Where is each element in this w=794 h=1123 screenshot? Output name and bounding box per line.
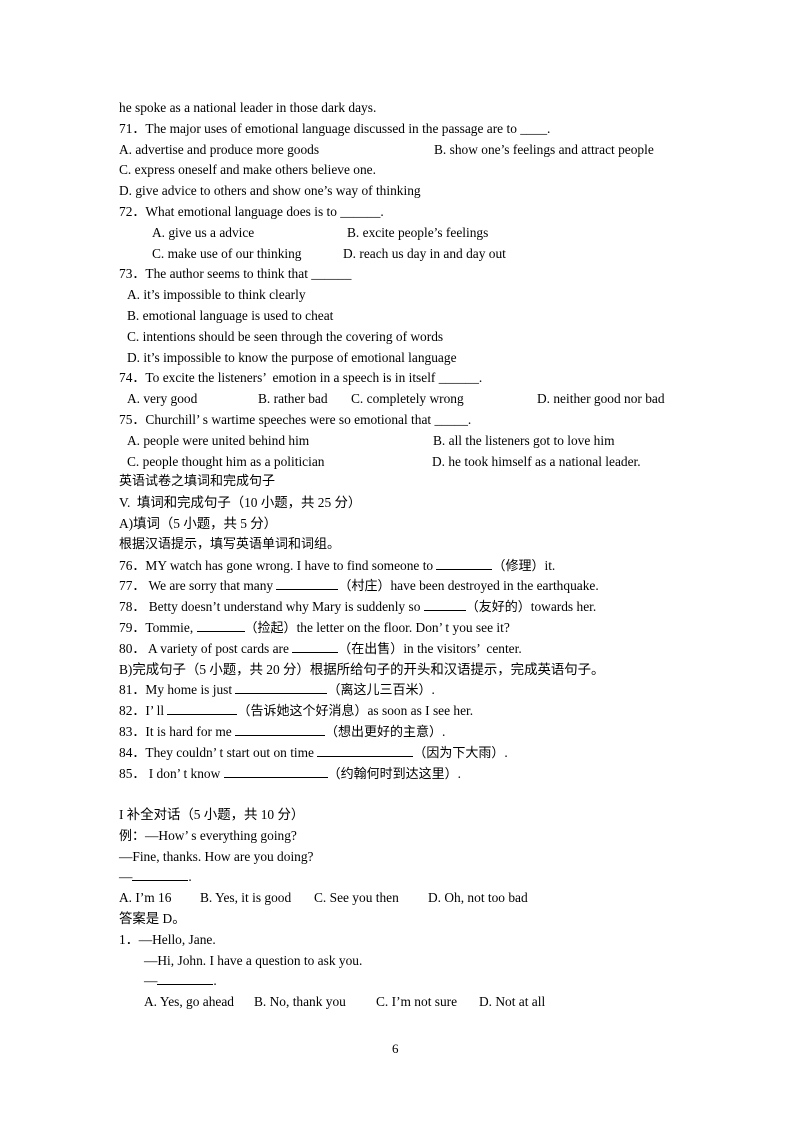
question-75: 75．Churchill’ s wartime speeches were so… xyxy=(119,412,472,428)
page-number: 6 xyxy=(392,1041,399,1056)
example-option-d: D. Oh, not too bad xyxy=(428,890,528,905)
question-stem: The author seems to think that ______ xyxy=(145,266,352,281)
part-b-heading: B)完成句子（5 小题，共 20 分）根据所给句子的开头和汉语提示，完成英语句子… xyxy=(119,662,605,677)
question-stem: The major uses of emotional language dis… xyxy=(145,121,551,136)
fill-word-77: 77． We are sorry that many （村庄）have been… xyxy=(119,578,599,594)
fill-word-76: 76．MY watch has gone wrong. I have to fi… xyxy=(119,558,556,574)
question-72: 72．What emotional language does is to __… xyxy=(119,204,384,220)
option-74-a: A. very good xyxy=(127,391,198,406)
option-71-a: A. advertise and produce more goods xyxy=(119,142,320,157)
fill-word-80: 80． A variety of post cards are （在出售）in … xyxy=(119,641,522,657)
option-72-c: C. make use of our thinking xyxy=(152,246,302,261)
example-option-c: C. See you then xyxy=(314,890,399,905)
option-72-d: D. reach us day in and day out xyxy=(343,246,506,261)
answer-blank[interactable] xyxy=(235,724,326,736)
question-stem: To excite the listeners’ emotion in a sp… xyxy=(145,370,483,385)
example-answer: 答案是 D。 xyxy=(119,911,186,926)
answer-blank[interactable] xyxy=(223,766,328,778)
option-73-a: A. it’s impossible to think clearly xyxy=(127,287,306,302)
complete-sentence-84: 84．They couldn’ t start out on time （因为下… xyxy=(119,745,508,761)
answer-blank[interactable] xyxy=(423,599,466,611)
part-a-heading: A)填词（5 小题，共 5 分） xyxy=(119,516,278,531)
option-75-d: D. he took himself as a national leader. xyxy=(432,454,641,469)
answer-blank[interactable] xyxy=(132,869,189,881)
example-line-1: 例：—How’ s everything going? xyxy=(119,828,297,844)
question-stem: Churchill’ s wartime speeches were so em… xyxy=(145,412,472,427)
fill-word-78: 78． Betty doesn’t understand why Mary is… xyxy=(119,599,597,615)
fill-word-79: 79．Tommie, （捡起）the letter on the floor. … xyxy=(119,620,510,636)
example-line-2: —Fine, thanks. How are you doing? xyxy=(119,849,314,864)
example-line-3: —. xyxy=(119,869,192,884)
answer-blank[interactable] xyxy=(157,973,214,985)
example-option-b: B. Yes, it is good xyxy=(200,890,292,905)
option-75-b: B. all the listeners got to love him xyxy=(433,433,615,448)
part-a-instruction: 根据汉语提示，填写英语单词和词组。 xyxy=(119,537,341,552)
option-72-b: B. excite people’s feelings xyxy=(347,225,489,240)
option-73-d: D. it’s impossible to know the purpose o… xyxy=(127,350,457,365)
complete-sentence-81: 81．My home is just （离这儿三百米）. xyxy=(119,682,435,698)
dialogue-1-option-a: A. Yes, go ahead xyxy=(144,994,235,1009)
option-75-c: C. people thought him as a politician xyxy=(127,454,325,469)
complete-sentence-83: 83．It is hard for me （想出更好的主意）. xyxy=(119,724,446,740)
answer-blank[interactable] xyxy=(167,703,238,715)
option-74-d: D. neither good nor bad xyxy=(537,391,665,406)
answer-blank[interactable] xyxy=(196,620,245,632)
answer-blank[interactable] xyxy=(235,682,328,694)
example-option-a: A. I’m 16 xyxy=(119,890,172,905)
answer-blank[interactable] xyxy=(292,641,339,653)
document-page: he spoke as a national leader in those d… xyxy=(0,0,794,1123)
dialogue-section-heading: I 补全对话（5 小题，共 10 分） xyxy=(119,807,305,822)
complete-sentence-85: 85． I don’ t know （约翰何时到达这里）. xyxy=(119,766,462,782)
option-74-b: B. rather bad xyxy=(258,391,328,406)
answer-blank[interactable] xyxy=(436,558,493,570)
dialogue-1-option-b: B. No, thank you xyxy=(254,994,346,1009)
option-72-a: A. give us a advice xyxy=(152,225,255,240)
option-73-c: C. intentions should be seen through the… xyxy=(127,329,444,344)
option-75-a: A. people were united behind him xyxy=(127,433,310,448)
answer-blank[interactable] xyxy=(317,745,414,757)
question-73: 73．The author seems to think that ______ xyxy=(119,266,352,282)
dialogue-1-line-2: —Hi, John. I have a question to ask you. xyxy=(144,953,363,968)
option-71-d: D. give advice to others and show one’s … xyxy=(119,183,421,198)
option-74-c: C. completely wrong xyxy=(351,391,464,406)
document-title: 英语试卷之填词和完成句子 xyxy=(119,474,276,489)
section-v-heading: V. 填词和完成句子（10 小题，共 25 分） xyxy=(119,495,362,510)
dialogue-1-line-3: —. xyxy=(144,973,217,988)
dialogue-1-line-1: 1．—Hello, Jane. xyxy=(119,932,216,948)
complete-sentence-82: 82．I’ ll （告诉她这个好消息）as soon as I see her. xyxy=(119,703,474,719)
option-71-c: C. express oneself and make others belie… xyxy=(119,162,376,177)
intro-line: he spoke as a national leader in those d… xyxy=(119,100,377,115)
question-71: 71．The major uses of emotional language … xyxy=(119,121,551,137)
option-71-b: B. show one’s feelings and attract peopl… xyxy=(434,142,654,157)
question-74: 74．To excite the listeners’ emotion in a… xyxy=(119,370,483,386)
question-stem: What emotional language does is to _____… xyxy=(145,204,384,219)
dialogue-1-option-c: C. I’m not sure xyxy=(376,994,458,1009)
answer-blank[interactable] xyxy=(276,578,339,590)
dialogue-1-option-d: D. Not at all xyxy=(479,994,546,1009)
option-73-b: B. emotional language is used to cheat xyxy=(127,308,334,323)
